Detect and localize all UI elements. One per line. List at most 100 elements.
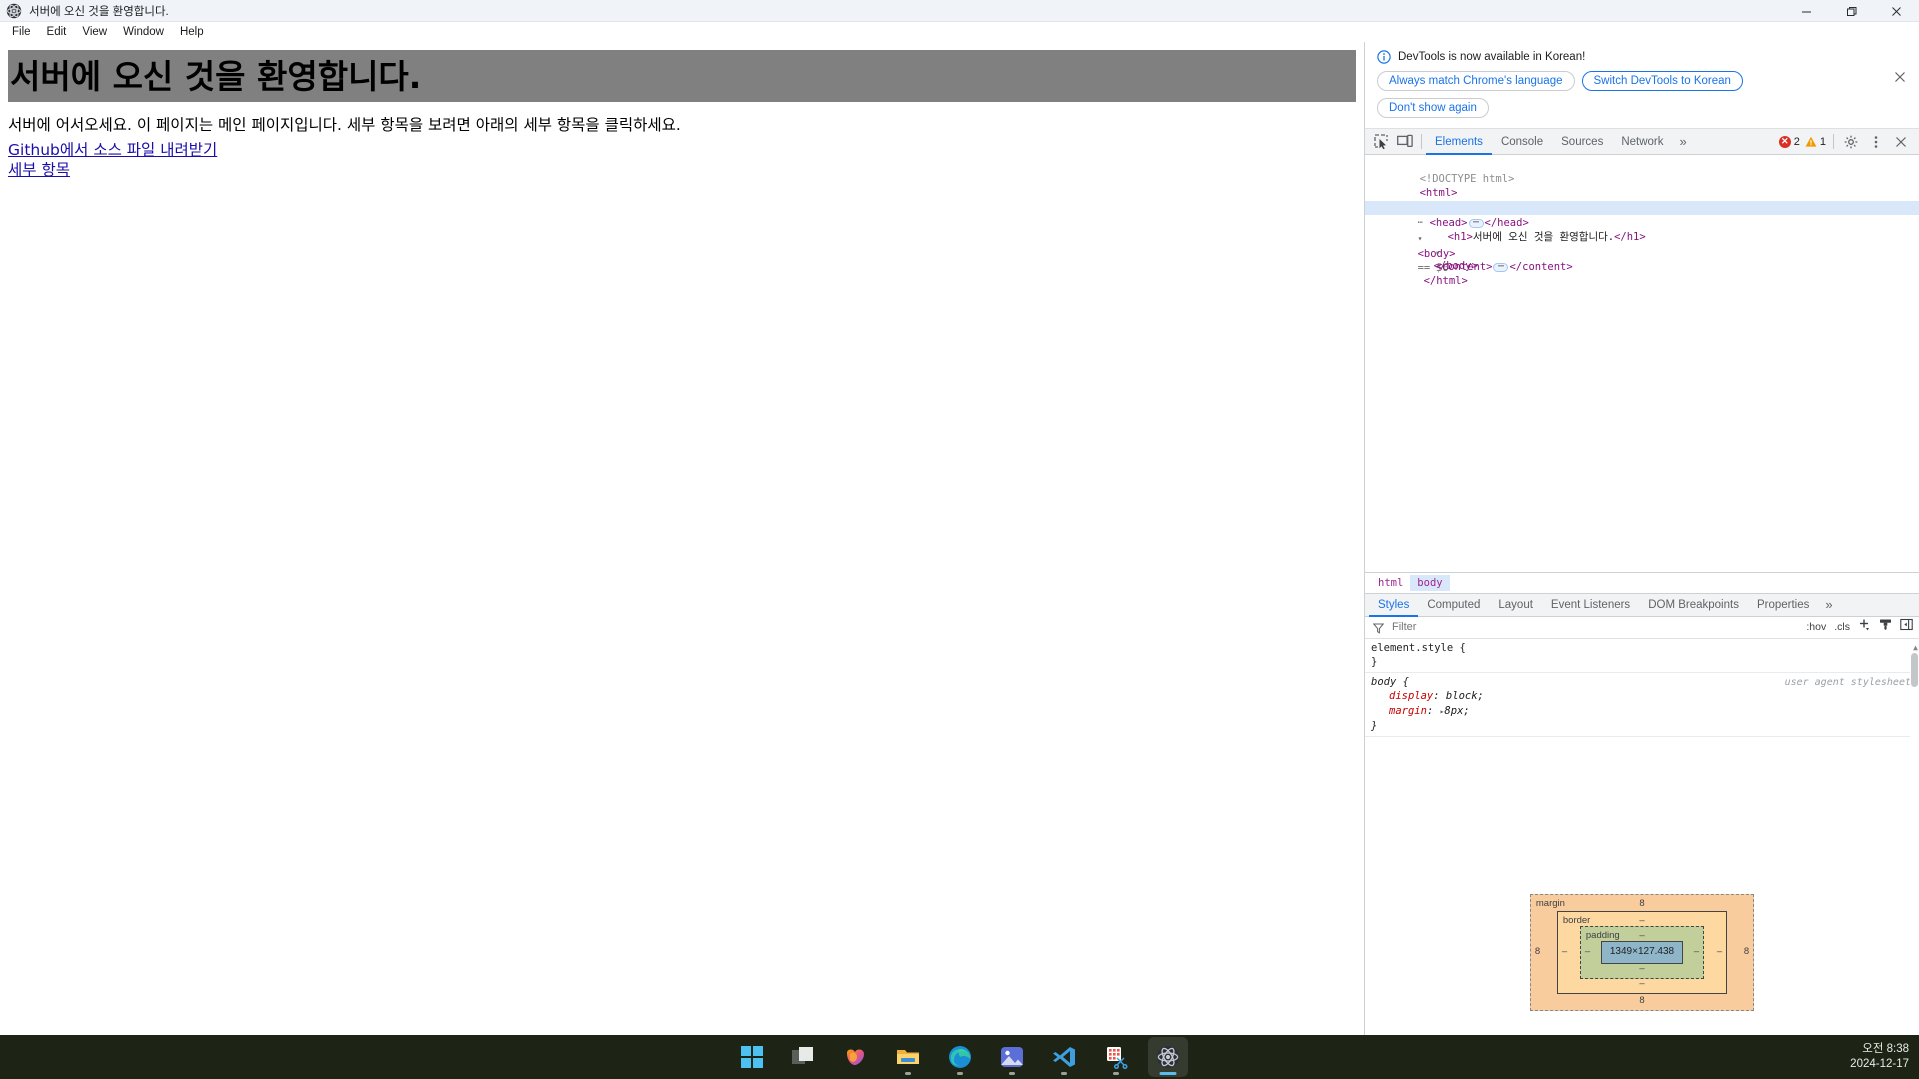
vscode-button[interactable] [1044, 1037, 1084, 1077]
styles-scrollbar[interactable]: ▲ [1910, 638, 1919, 1035]
clock-date: 2024-12-17 [1850, 1058, 1909, 1070]
margin-top-value[interactable]: 8 [1639, 897, 1644, 912]
plus-icon[interactable] [1858, 618, 1871, 636]
file-explorer-button[interactable] [888, 1037, 928, 1077]
dom-node-body[interactable]: ⋯ ▾ <body> == $0 [1365, 200, 1919, 274]
photos-button[interactable] [992, 1037, 1032, 1077]
body-rule-selector[interactable]: body [1371, 676, 1396, 688]
switch-to-korean-button[interactable]: Switch DevTools to Korean [1581, 71, 1743, 91]
gear-icon[interactable] [1839, 130, 1863, 154]
paintbrush-icon[interactable] [1879, 618, 1892, 636]
dont-show-again-button[interactable]: Don't show again [1377, 98, 1489, 118]
border-left-value[interactable]: – [1562, 945, 1567, 960]
inspect-element-icon[interactable] [1369, 130, 1393, 154]
breadcrumb-body[interactable]: body [1410, 574, 1450, 591]
padding-left-value[interactable]: – [1585, 945, 1590, 960]
error-badge[interactable]: ✕ 2 [1777, 135, 1802, 148]
dom-node-content[interactable]: ▸ <content> ⋯ </content> [1365, 230, 1919, 274]
styles-filter-input[interactable] [1390, 620, 1807, 635]
border-right-value[interactable]: – [1717, 945, 1722, 960]
dom-node-body-close[interactable]: </body> [1365, 245, 1919, 272]
body-rule-selector-line: body { user agent stylesheet [1371, 675, 1919, 690]
tab-layout[interactable]: Layout [1489, 593, 1542, 617]
link-detail-items[interactable]: 세부 항목 [8, 160, 70, 180]
margin-left-value[interactable]: 8 [1535, 945, 1540, 960]
minimize-button[interactable] [1784, 0, 1829, 22]
border-bottom-value[interactable]: – [1639, 977, 1644, 992]
display-property[interactable]: display [1371, 690, 1433, 702]
display-value[interactable]: block; [1446, 690, 1484, 702]
padding-right-value[interactable]: – [1694, 945, 1699, 960]
devtools-close-icon[interactable] [1889, 130, 1913, 154]
element-style-selector: element.style [1371, 641, 1454, 654]
link-github-source[interactable]: Github에서 소스 파일 내려받기 [8, 140, 217, 160]
box-model-content-size[interactable]: 1349×127.438 [1600, 941, 1684, 964]
styles-pane[interactable]: element.style { } body { user agent styl… [1365, 638, 1919, 1035]
scrollbar-thumb[interactable] [1911, 652, 1918, 687]
device-toolbar-icon[interactable] [1393, 130, 1417, 154]
warning-badge[interactable]: 1 [1803, 136, 1828, 148]
tab-network[interactable]: Network [1612, 129, 1672, 155]
tab-event-listeners[interactable]: Event Listeners [1542, 593, 1639, 617]
more-sub-tabs-icon[interactable]: » [1818, 593, 1839, 617]
box-model-margin[interactable]: margin 8 8 8 8 border – – – – padding – [1529, 894, 1755, 1011]
copilot-button[interactable] [836, 1037, 876, 1077]
dom-node-html-open[interactable]: <html> [1365, 172, 1919, 199]
tab-dom-breakpoints[interactable]: DOM Breakpoints [1639, 593, 1748, 617]
kebab-menu-icon[interactable] [1864, 130, 1888, 154]
devtools-toolbar: Elements Console Sources Network » ✕ 2 1 [1365, 129, 1919, 155]
maximize-button[interactable] [1829, 0, 1874, 22]
notice-close-icon[interactable] [1891, 68, 1909, 86]
padding-bottom-value[interactable]: – [1639, 962, 1644, 977]
menu-help[interactable]: Help [172, 23, 212, 42]
body-rule-origin: user agent stylesheet [1784, 676, 1911, 688]
declaration-margin[interactable]: margin: ▸8px; [1371, 704, 1919, 720]
margin-bottom-value[interactable]: 8 [1639, 994, 1644, 1009]
warning-icon [1805, 136, 1817, 148]
box-model-border[interactable]: border – – – – padding – – – – 1349×127.… [1556, 911, 1728, 994]
margin-right-value[interactable]: 8 [1744, 945, 1749, 960]
tab-elements[interactable]: Elements [1426, 129, 1492, 155]
breadcrumb: html body [1365, 571, 1919, 593]
dom-node-head[interactable]: ▸ <head>⋯</head> [1365, 186, 1919, 230]
menu-window[interactable]: Window [115, 23, 172, 42]
declaration-display[interactable]: display: block; [1371, 689, 1919, 704]
taskbar-clock[interactable]: 오전 8:38 2024-12-17 [1850, 1035, 1909, 1079]
rule-body-ua[interactable]: body { user agent stylesheet display: bl… [1365, 673, 1919, 737]
task-view-button[interactable] [784, 1037, 824, 1077]
notice-buttons: Always match Chrome's language Switch De… [1377, 71, 1797, 118]
always-match-language-button[interactable]: Always match Chrome's language [1377, 71, 1575, 91]
menu-view[interactable]: View [74, 23, 115, 42]
dom-node-html-close[interactable]: </html> [1365, 259, 1919, 287]
dom-tree[interactable]: <!DOCTYPE html> <html> ▸ <head>⋯</head> … [1365, 155, 1919, 572]
margin-property[interactable]: margin [1371, 705, 1427, 717]
hov-toggle[interactable]: :hov [1806, 621, 1826, 633]
menu-edit[interactable]: Edit [39, 23, 75, 42]
body-rule-open-brace: { [1396, 675, 1409, 688]
breadcrumb-html[interactable]: html [1371, 575, 1410, 591]
dom-node-h1[interactable]: <h1>서버에 오신 것을 환영합니다.</h1> [1365, 215, 1919, 243]
cls-toggle[interactable]: .cls [1834, 621, 1850, 633]
rule-element-style[interactable]: element.style { } [1365, 639, 1919, 673]
dom-node-doctype[interactable]: <!DOCTYPE html> [1365, 157, 1919, 185]
tab-computed[interactable]: Computed [1418, 593, 1489, 617]
tab-properties[interactable]: Properties [1748, 593, 1818, 617]
electron-app-button[interactable] [1147, 1037, 1188, 1077]
start-button[interactable] [732, 1037, 772, 1077]
tab-console[interactable]: Console [1492, 129, 1552, 155]
toggle-sidebar-icon[interactable] [1900, 618, 1913, 636]
taskbar-running-indicator [904, 1072, 911, 1075]
padding-top-value[interactable]: – [1639, 929, 1644, 944]
box-model-padding[interactable]: padding – – – – 1349×127.438 [1579, 926, 1705, 979]
menu-file[interactable]: File [4, 23, 39, 42]
margin-value[interactable]: 8px; [1444, 705, 1469, 717]
info-icon [1377, 50, 1391, 64]
snipping-tool-button[interactable] [1096, 1037, 1136, 1077]
tab-sources[interactable]: Sources [1552, 129, 1612, 155]
more-tabs-icon[interactable]: » [1673, 129, 1694, 155]
edge-button[interactable] [940, 1037, 980, 1077]
close-button[interactable] [1874, 0, 1919, 22]
filter-icon [1372, 621, 1385, 635]
notice-text: DevTools is now available in Korean! [1398, 51, 1586, 63]
tab-styles[interactable]: Styles [1369, 593, 1418, 617]
